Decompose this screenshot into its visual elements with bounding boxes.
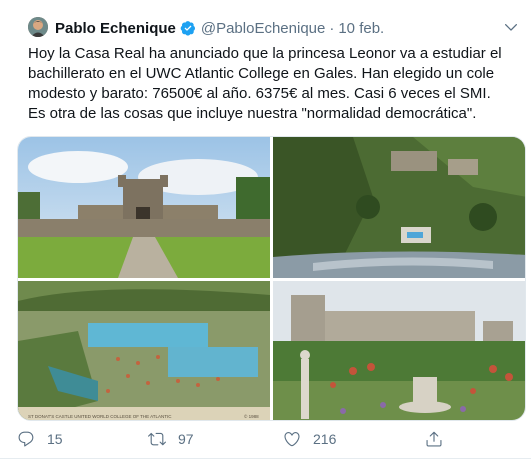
photo-castle-garden[interactable]: [273, 281, 525, 420]
reply-count: 15: [47, 431, 63, 447]
retweet-icon: [148, 432, 166, 446]
vintage-photo-credit: © 1988: [244, 413, 259, 419]
vintage-photo-caption: ST DONAT'S CASTLE UNITED WORLD COLLEGE O…: [28, 414, 172, 419]
share-icon: [426, 431, 442, 447]
avatar[interactable]: [28, 17, 48, 37]
tweet-card[interactable]: Pablo Echenique @PabloEchenique · 10 feb…: [0, 0, 531, 459]
verified-badge-icon: [180, 21, 195, 36]
photo-castle-lawn[interactable]: [18, 137, 270, 278]
header-separator: ·: [329, 19, 335, 37]
photo-vintage-pool[interactable]: ST DONAT'S CASTLE UNITED WORLD COLLEGE O…: [18, 281, 270, 420]
author-name[interactable]: Pablo Echenique: [55, 20, 176, 37]
retweet-button[interactable]: 97: [148, 430, 194, 448]
reply-button[interactable]: 15: [17, 430, 63, 448]
like-count: 216: [313, 431, 337, 447]
like-button[interactable]: 216: [283, 430, 336, 448]
heart-icon: [284, 432, 300, 447]
retweet-count: 97: [178, 431, 194, 447]
tweet-actions: 15 97 216: [0, 430, 531, 452]
reply-icon: [18, 431, 34, 447]
tweet-date[interactable]: 10 feb.: [338, 20, 384, 37]
author-handle[interactable]: @PabloEchenique: [201, 20, 325, 37]
share-button[interactable]: [425, 430, 443, 448]
media-grid: ST DONAT'S CASTLE UNITED WORLD COLLEGE O…: [17, 136, 526, 421]
tweet-header: Pablo Echenique @PabloEchenique · 10 feb…: [55, 18, 384, 38]
photo-aerial-campus[interactable]: [273, 137, 525, 278]
chevron-down-icon[interactable]: [503, 20, 519, 36]
tweet-text: Hoy la Casa Real ha anunciado que la pri…: [28, 45, 502, 122]
